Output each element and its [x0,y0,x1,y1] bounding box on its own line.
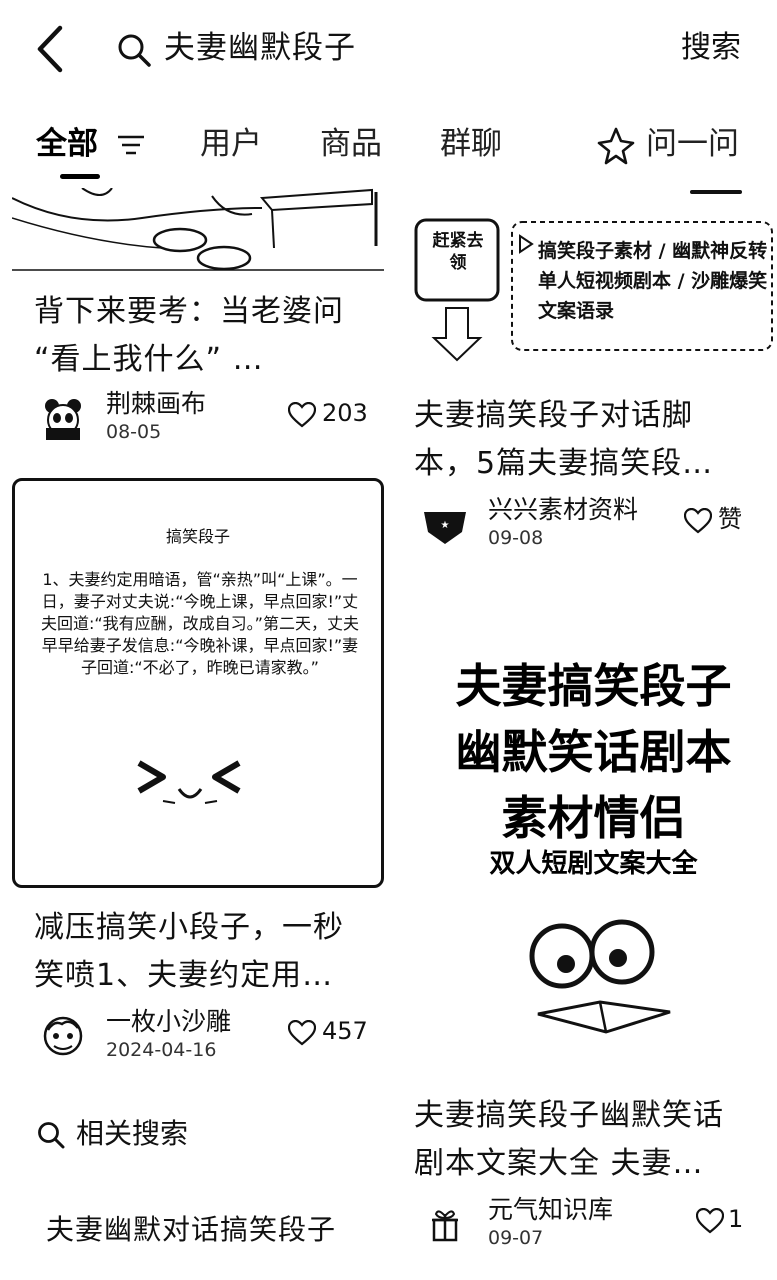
post-date: 09-08 [488,527,544,549]
tab-groups[interactable]: 群聊 [440,122,502,166]
author-name[interactable]: 一枚小沙雕 [106,1006,231,1038]
svg-text:★: ★ [441,520,450,531]
avatar[interactable]: ★ [422,502,468,548]
heart-icon[interactable] [288,402,316,428]
card-thumbnail[interactable]: 搞笑段子 1、夫妻约定用暗语，管“亲热”叫“上课”。一日，妻子对丈夫说:“今晚上… [12,478,384,888]
thumbnail-badge: 赶紧去领 [432,231,484,273]
thumbnail-text: 搞笑段子素材 / 幽默神反转 单人短视频剧本 / 沙雕爆笑文案语录 [538,240,768,322]
post-date: 09-07 [488,1227,544,1249]
card-title[interactable]: 背下来要考：当老婆问 “看上我什么” … [34,288,374,384]
thumbnail-heading: 搞笑段子 [165,527,230,546]
card-thumbnail[interactable]: 夫妻搞笑段子 幽默笑话剧本 素材情侣 双人短剧文案大全 [410,640,777,1052]
search-icon [118,34,151,67]
gift-icon[interactable] [422,1202,468,1248]
author-name[interactable]: 元气知识库 [488,1194,613,1226]
search-icon [38,1122,65,1149]
like-count: 赞 [718,505,742,533]
tab-ask[interactable]: 问一问 [646,122,739,166]
card-author-row: 一枚小沙雕 2024-04-16 457 [40,1006,370,1064]
like-count: 1 [728,1205,744,1233]
card-title[interactable]: 减压搞笑小段子，一秒笑喷1、夫妻约定用… [34,904,374,1000]
reading-glasses-illustration [529,919,671,1034]
card-thumbnail[interactable] [12,188,384,274]
emoticon-illustration [137,760,241,804]
card-thumbnail[interactable]: 赶紧去领 搞笑段子素材 / 幽默神反转 单人短视频剧本 / 沙雕爆笑文案语录 [410,188,777,378]
related-searches-heading: 相关搜索 [76,1117,189,1150]
thumbnail-illustration [12,188,384,271]
search-button[interactable]: 搜索 [681,26,741,70]
top-bar: 夫妻幽默段子 搜索 [0,0,777,100]
sparkle-icon[interactable] [596,126,636,166]
poster-subline: 双人短剧文案大全 [489,849,698,879]
filter-icon[interactable] [116,132,146,158]
post-date: 2024-04-16 [106,1039,217,1061]
author-name[interactable]: 荆棘画布 [106,388,206,420]
related-search-item[interactable]: 夫妻幽默对话搞笑段子 [46,1208,336,1252]
poster-headline: 幽默笑话剧本 [455,725,732,779]
post-date: 08-05 [106,421,162,443]
avatar[interactable] [40,396,86,442]
like-count: 457 [322,1017,368,1045]
heart-icon[interactable] [696,1208,724,1234]
poster-headline: 素材情侣 [501,791,686,845]
card-title[interactable]: 夫妻搞笑段子对话脚本，5篇夫妻搞笑段… [414,392,744,488]
tab-goods[interactable]: 商品 [320,122,382,166]
card-author-row: 荆棘画布 08-05 203 [40,388,370,446]
poster-headline: 夫妻搞笑段子 [455,659,732,713]
avatar[interactable] [40,1014,86,1060]
thumbnail-text: 1、夫妻约定用暗语，管“亲热”叫“上课”。一日，妻子对丈夫说:“今晚上课，早点回… [41,570,359,677]
tab-users[interactable]: 用户 [200,122,262,166]
heart-icon[interactable] [684,508,712,534]
search-input[interactable]: 夫妻幽默段子 [164,26,356,70]
card-author-row: ★ 兴兴素材资料 09-08 赞 [422,494,754,552]
tab-active-indicator [60,174,100,179]
card-author-row: 元气知识库 09-07 1 [422,1194,754,1252]
tab-bar: 全部 用户 商品 群聊 问一问 [0,118,777,180]
like-count: 203 [322,399,368,427]
heart-icon[interactable] [288,1020,316,1046]
author-name[interactable]: 兴兴素材资料 [488,494,638,526]
tab-all[interactable]: 全部 [36,122,98,166]
card-title[interactable]: 夫妻搞笑段子幽默笑话剧本文案大全 夫妻… [414,1092,754,1188]
back-icon[interactable] [30,24,74,74]
